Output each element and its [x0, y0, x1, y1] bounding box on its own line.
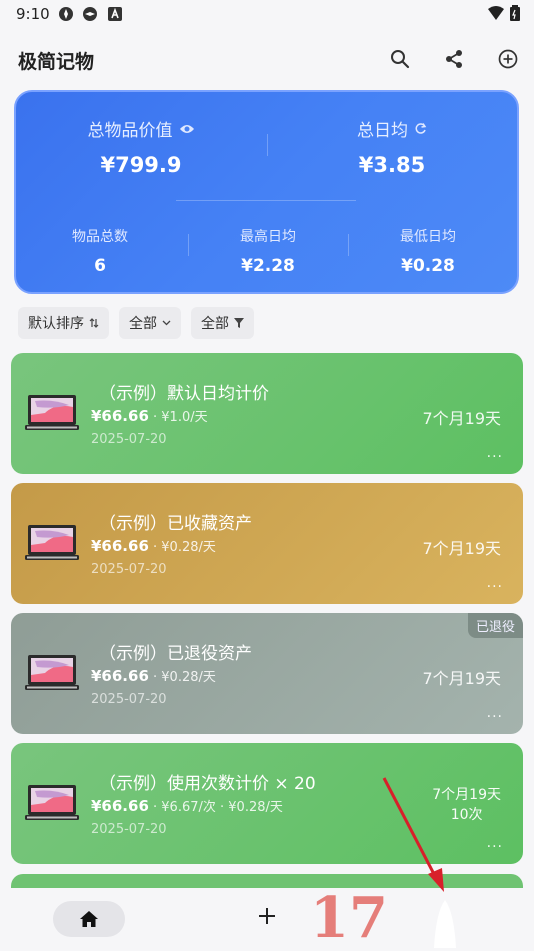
filter-icon — [234, 318, 244, 328]
total-value: ¥799.9 — [100, 153, 182, 177]
item-date: 2025-07-20 — [91, 822, 167, 837]
add-item-button[interactable] — [494, 45, 522, 73]
max-daily-value: ¥2.28 — [241, 256, 295, 276]
nav-add[interactable] — [253, 902, 281, 930]
chevron-down-icon — [162, 320, 171, 326]
plus-icon — [259, 908, 275, 924]
status-bar: 9:10 — [0, 0, 534, 28]
share-icon — [446, 50, 462, 68]
app-notification-icon — [59, 7, 73, 21]
retired-badge: 已退役 — [467, 613, 523, 638]
item-price: ¥66.66 · ¥6.67/次 · ¥0.28/天 — [91, 797, 283, 815]
divider — [176, 200, 356, 201]
filter-bar: 默认排序 全部 全部 — [18, 307, 254, 339]
item-card[interactable]: （示例）默认日均计价 ¥66.66 · ¥1.0/天 2025-07-20 7个… — [11, 353, 523, 474]
sort-chip[interactable]: 默认排序 — [18, 307, 109, 339]
item-name: （示例）使用次数计价 × 20 — [99, 774, 316, 794]
item-count-label: 物品总数 — [72, 229, 128, 245]
min-daily-cell: 最低日均 ¥0.28 — [344, 226, 512, 276]
item-date: 2025-07-20 — [91, 432, 167, 447]
total-value-label: 总物品价值 — [87, 121, 173, 141]
laptop-icon — [25, 785, 79, 820]
category-chip[interactable]: 全部 — [119, 307, 181, 339]
app-bar: 极简记物 — [0, 36, 534, 82]
page-title: 极简记物 — [18, 51, 95, 73]
more-button[interactable]: ... — [487, 575, 503, 591]
plus-circle-icon — [498, 49, 518, 69]
item-date: 2025-07-20 — [91, 692, 167, 707]
item-name: （示例）已退役资产 — [99, 644, 252, 664]
item-duration: 7个月19天 — [422, 539, 501, 558]
annotation-arrow — [382, 777, 444, 892]
total-value-cell: 总物品价值 ¥799.9 — [16, 116, 266, 177]
sort-label: 默认排序 — [28, 316, 84, 332]
item-count-value: 6 — [94, 256, 106, 276]
item-price: ¥66.66 · ¥1.0/天 — [91, 407, 208, 425]
min-daily-label: 最低日均 — [400, 229, 456, 245]
battery-icon — [510, 5, 520, 21]
item-name: （示例）已收藏资产 — [99, 514, 252, 534]
nav-home[interactable] — [53, 901, 125, 937]
sort-arrows-icon — [89, 318, 99, 328]
item-date: 2025-07-20 — [91, 562, 167, 577]
category-label: 全部 — [129, 316, 157, 332]
wifi-icon — [488, 6, 504, 20]
app-notification-icon-2 — [83, 7, 97, 21]
max-daily-label: 最高日均 — [240, 229, 296, 245]
search-icon — [391, 50, 410, 69]
item-duration: 7个月19天 — [422, 409, 501, 428]
overlay-number: 17 — [310, 885, 388, 951]
bottom-nav: 17 — [0, 888, 534, 950]
filter-chip[interactable]: 全部 — [191, 307, 254, 339]
a-badge-icon — [108, 7, 122, 21]
more-button[interactable]: ... — [487, 705, 503, 721]
eye-icon[interactable] — [179, 123, 195, 135]
laptop-icon — [25, 525, 79, 560]
home-icon — [80, 911, 98, 927]
filter-label: 全部 — [201, 316, 229, 332]
status-time: 9:10 — [16, 5, 50, 23]
refresh-icon[interactable] — [414, 122, 427, 135]
item-count-cell: 物品总数 6 — [16, 226, 184, 276]
item-duration: 7个月19天 — [422, 669, 501, 688]
nav-third-icon[interactable] — [430, 892, 460, 948]
item-name: （示例）默认日均计价 — [99, 384, 269, 404]
item-price: ¥66.66 · ¥0.28/天 — [91, 537, 216, 555]
daily-avg-value: ¥3.85 — [358, 153, 426, 177]
more-button[interactable]: ... — [487, 835, 503, 851]
laptop-icon — [25, 655, 79, 690]
item-card[interactable]: （示例）已收藏资产 ¥66.66 · ¥0.28/天 2025-07-20 7个… — [11, 483, 523, 604]
daily-avg-label: 总日均 — [357, 121, 408, 141]
summary-card: 总物品价值 ¥799.9 总日均 ¥3.85 物品总数 6 最高日均 ¥2.28… — [14, 90, 519, 294]
max-daily-cell: 最高日均 ¥2.28 — [184, 226, 352, 276]
item-card[interactable]: 已退役 （示例）已退役资产 ¥66.66 · ¥0.28/天 2025-07-2… — [11, 613, 523, 734]
min-daily-value: ¥0.28 — [401, 256, 455, 276]
share-button[interactable] — [440, 45, 468, 73]
daily-avg-cell: 总日均 ¥3.85 — [267, 116, 517, 177]
more-button[interactable]: ... — [487, 445, 503, 461]
search-button[interactable] — [386, 45, 414, 73]
item-price: ¥66.66 · ¥0.28/天 — [91, 667, 216, 685]
laptop-icon — [25, 395, 79, 430]
